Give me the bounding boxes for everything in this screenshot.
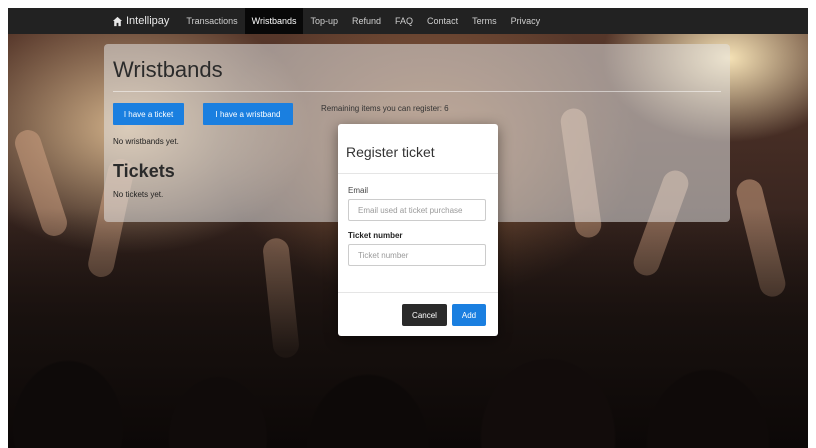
have-wristband-button[interactable]: I have a wristband xyxy=(203,103,293,125)
nav-item-terms[interactable]: Terms xyxy=(465,8,504,34)
cancel-button[interactable]: Cancel xyxy=(402,304,447,326)
brand-link[interactable]: Intellipay xyxy=(112,15,169,27)
nav-item-privacy[interactable]: Privacy xyxy=(504,8,548,34)
brand-label: Intellipay xyxy=(126,15,170,27)
email-field[interactable] xyxy=(348,199,486,221)
tickets-heading: Tickets xyxy=(113,161,175,181)
modal-header-divider xyxy=(338,173,498,174)
add-button[interactable]: Add xyxy=(452,304,486,326)
have-ticket-button[interactable]: I have a ticket xyxy=(113,103,184,125)
remaining-items-text: Remaining items you can register: 6 xyxy=(321,104,449,113)
ticket-number-label: Ticket number xyxy=(348,231,403,240)
no-tickets-text: No tickets yet. xyxy=(113,190,164,199)
page-title: Wristbands xyxy=(113,57,223,82)
nav-item-contact[interactable]: Contact xyxy=(420,8,465,34)
register-ticket-modal: Register ticket Email Ticket number Canc… xyxy=(338,124,498,336)
top-navbar: Intellipay Transactions Wristbands Top-u… xyxy=(8,8,808,34)
ticket-number-field[interactable] xyxy=(348,244,486,266)
no-wristbands-text: No wristbands yet. xyxy=(113,137,179,146)
modal-footer-divider xyxy=(338,292,498,293)
home-icon xyxy=(112,16,123,26)
nav-item-wristbands[interactable]: Wristbands xyxy=(244,8,304,34)
email-label: Email xyxy=(348,186,369,195)
nav-item-refund[interactable]: Refund xyxy=(345,8,388,34)
nav-item-top-up[interactable]: Top-up xyxy=(303,8,345,34)
title-divider xyxy=(113,91,721,92)
nav-item-faq[interactable]: FAQ xyxy=(388,8,420,34)
nav-item-transactions[interactable]: Transactions xyxy=(179,8,244,34)
modal-title: Register ticket xyxy=(346,144,435,160)
